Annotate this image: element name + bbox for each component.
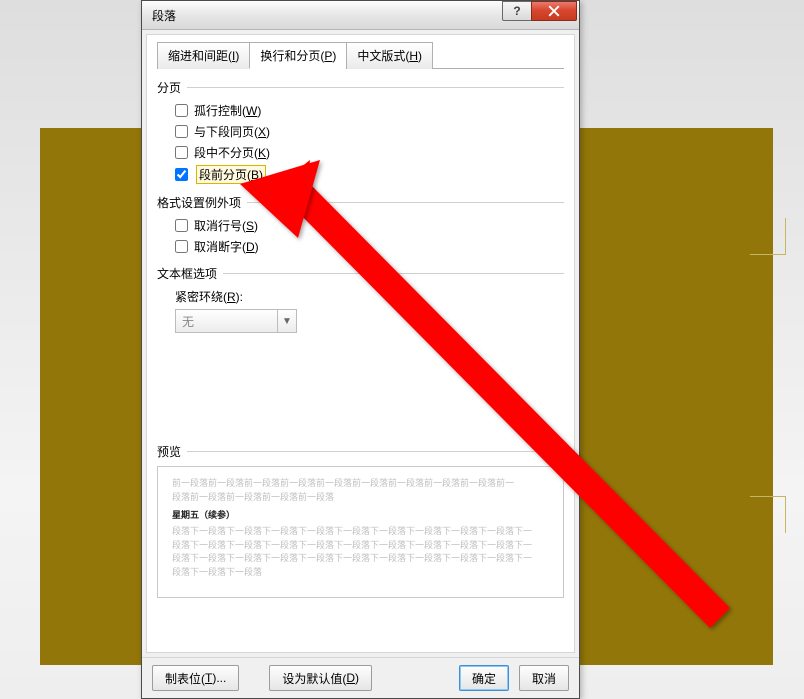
close-button[interactable] xyxy=(531,1,577,21)
tight-wrap-combo[interactable]: 无 ▼ xyxy=(175,309,297,333)
crop-mark xyxy=(746,254,786,294)
dialog-title: 段落 xyxy=(152,7,503,24)
tab-bar: 缩进和间距(I) 换行和分页(P) 中文版式(H) xyxy=(157,41,564,69)
checkbox-input[interactable] xyxy=(175,219,188,232)
help-button[interactable]: ? xyxy=(502,1,532,21)
checkbox-input[interactable] xyxy=(175,125,188,138)
tab-indent-spacing[interactable]: 缩进和间距(I) xyxy=(157,42,250,69)
ok-button[interactable]: 确定 xyxy=(459,665,509,691)
checkbox-widow-orphan[interactable]: 孤行控制(W) xyxy=(175,102,564,119)
checkbox-page-break-before[interactable]: 段前分页(B) xyxy=(175,165,564,184)
dialog-body: 缩进和间距(I) 换行和分页(P) 中文版式(H) 分页 孤行控制(W) xyxy=(146,34,575,653)
checkbox-input[interactable] xyxy=(175,168,188,181)
preview-box: 前一段落前一段落前一段落前一段落前一段落前一段落前一段落前一段落前一段落前一 段… xyxy=(157,466,564,598)
chevron-down-icon[interactable]: ▼ xyxy=(277,310,296,332)
crop-mark xyxy=(746,457,786,497)
tab-line-page-breaks[interactable]: 换行和分页(P) xyxy=(249,42,347,69)
checkbox-suppress-line-numbers[interactable]: 取消行号(S) xyxy=(175,217,564,234)
group-title: 文本框选项 xyxy=(157,265,217,282)
tight-wrap-label: 紧密环绕(R): xyxy=(175,288,564,305)
preview-sample-text: 星期五（续参） xyxy=(172,508,549,521)
checkbox-suppress-hyphenation[interactable]: 取消断字(D) xyxy=(175,238,564,255)
group-format-exceptions: 格式设置例外项 取消行号(S) 取消断字(D) xyxy=(157,194,564,255)
group-title: 预览 xyxy=(157,443,181,460)
checkbox-input[interactable] xyxy=(175,240,188,253)
group-preview: 预览 前一段落前一段落前一段落前一段落前一段落前一段落前一段落前一段落前一段落前… xyxy=(157,443,564,598)
checkbox-keep-together[interactable]: 段中不分页(K) xyxy=(175,144,564,161)
group-pagination: 分页 孤行控制(W) 与下段同页(X) 段中不分页(K) xyxy=(157,79,564,184)
tab-asian-layout[interactable]: 中文版式(H) xyxy=(346,42,433,69)
cancel-button[interactable]: 取消 xyxy=(519,665,569,691)
tabs-button[interactable]: 制表位(T)... xyxy=(152,665,239,691)
set-default-button[interactable]: 设为默认值(D) xyxy=(269,665,372,691)
checkbox-input[interactable] xyxy=(175,146,188,159)
checkbox-input[interactable] xyxy=(175,104,188,117)
group-textbox-options: 文本框选项 紧密环绕(R): 无 ▼ xyxy=(157,265,564,333)
dialog-button-bar: 制表位(T)... 设为默认值(D) 确定 取消 xyxy=(142,657,579,698)
help-icon: ? xyxy=(513,4,520,18)
combo-value: 无 xyxy=(176,313,277,330)
close-icon xyxy=(548,5,560,17)
group-title: 分页 xyxy=(157,79,181,96)
highlighted-option: 段前分页(B) xyxy=(196,165,266,184)
titlebar[interactable]: 段落 ? xyxy=(142,1,579,30)
group-title: 格式设置例外项 xyxy=(157,194,241,211)
paragraph-dialog: 段落 ? 缩进和间距(I) 换行和分页(P) 中文版式(H) 分页 xyxy=(141,0,580,699)
checkbox-keep-with-next[interactable]: 与下段同页(X) xyxy=(175,123,564,140)
